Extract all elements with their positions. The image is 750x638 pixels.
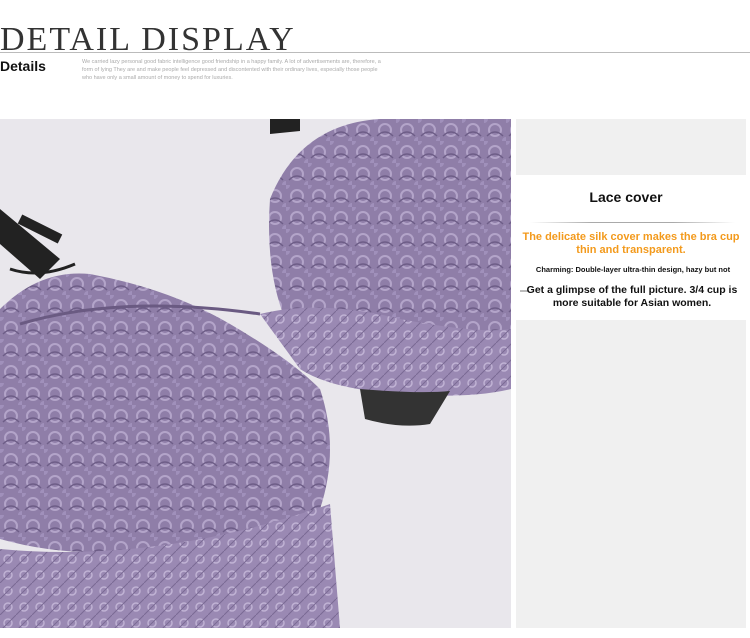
feature-highlight: The delicate silk cover makes the bra cu… — [522, 231, 740, 256]
header-blurb: We carried lazy personal good fabric int… — [82, 59, 381, 81]
lace-bra-illustration — [0, 119, 511, 628]
feature-note: Charming: Double-layer ultra-thin design… — [535, 265, 731, 274]
product-photo — [0, 119, 511, 628]
header-divider — [0, 52, 750, 53]
section-subtitle: Details — [0, 58, 46, 74]
title-divider — [530, 222, 735, 223]
feature-title: Lace cover — [589, 189, 663, 205]
feature-description: Get a glimpse of the full picture. 3/4 c… — [526, 284, 738, 309]
